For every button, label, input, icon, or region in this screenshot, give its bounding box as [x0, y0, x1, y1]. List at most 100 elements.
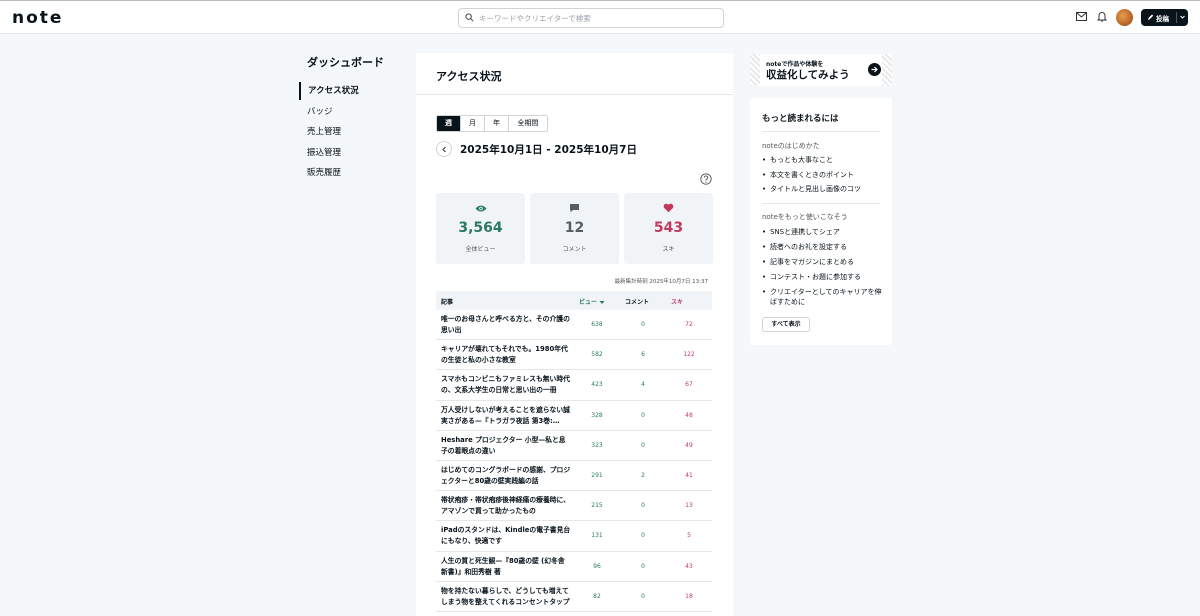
article-likes: 13 — [685, 502, 693, 510]
views-stat-card: 3,564 全体ビュー — [436, 193, 525, 264]
tips-link[interactable]: タイトルと見出し画像のコツ — [762, 184, 882, 194]
article-title-link[interactable]: 唯一のお母さんと呼べる方と、その介護の思い出 — [441, 314, 571, 336]
tips-link[interactable]: クリエイターとしてのキャリアを伸ばすために — [762, 287, 882, 307]
bell-icon[interactable] — [1097, 11, 1107, 22]
article-comments: 2 — [641, 471, 645, 479]
comment-icon — [570, 204, 579, 213]
table-row[interactable]: 人生の質と死生観—『80歳の壁 (幻冬舎新書)』和田秀樹 著 96 0 43 — [436, 552, 712, 582]
mail-icon[interactable] — [1076, 12, 1087, 21]
sidebar-item-access[interactable]: アクセス状況 — [299, 82, 399, 100]
tips-link[interactable]: もっとも大事なこと — [762, 155, 882, 165]
show-all-button[interactable]: すべて表示 — [762, 317, 810, 332]
tips-divider — [762, 203, 880, 204]
article-views: 82 — [593, 592, 601, 600]
article-views: 638 — [591, 321, 603, 328]
banner-stripe-left — [750, 54, 760, 86]
article-title-link[interactable]: 万人受けしないが考えることを遮らない誠実さがある—『トラガラ夜話 第3巻:… — [441, 405, 571, 427]
help-icon[interactable] — [700, 173, 712, 185]
article-comments: 0 — [641, 502, 645, 510]
access-card: アクセス状況 週 月 年 全期間 2025年10月1日 - 2025年10月7日… — [416, 53, 733, 616]
article-likes: 41 — [685, 471, 693, 479]
article-likes: 48 — [685, 411, 693, 419]
tab-all-time[interactable]: 全期間 — [509, 116, 547, 131]
previous-period-button[interactable] — [436, 141, 452, 157]
column-views-sort[interactable]: ビュー — [579, 297, 605, 306]
article-comments: 0 — [641, 321, 645, 328]
article-comments: 6 — [641, 351, 645, 359]
note-logo[interactable]: note — [12, 8, 63, 28]
article-views: 423 — [591, 381, 603, 389]
tab-week[interactable]: 週 — [437, 116, 461, 131]
article-likes: 122 — [683, 351, 695, 359]
sidebar-title: ダッシュボード — [307, 56, 384, 69]
post-button-label: 投稿 — [1156, 15, 1169, 23]
article-likes: 18 — [685, 592, 693, 600]
tips-title: もっと読まれるには — [762, 114, 839, 124]
arrow-right-icon — [871, 66, 878, 73]
post-button-separator — [1176, 12, 1177, 23]
banner-title: 収益化してみよう — [766, 69, 850, 81]
tab-month[interactable]: 月 — [461, 116, 485, 131]
post-button[interactable]: 投稿 — [1141, 9, 1188, 26]
sidebar-item-badge[interactable]: バッジ — [299, 103, 399, 121]
table-row[interactable]: キャリアが壊れてもそれでも。1980年代の生徒と私の小さな教室 582 6 122 — [436, 340, 712, 371]
likes-count: 543 — [653, 220, 684, 236]
article-title-link[interactable]: キャリアが壊れてもそれでも。1980年代の生徒と私の小さな教室 — [441, 344, 571, 366]
pencil-icon — [1148, 14, 1154, 20]
date-range: 2025年10月1日 - 2025年10月7日 — [460, 144, 637, 156]
articles-table: 記事 ビュー コメント スキ 唯一のお母さんと呼べる方と、その介護の思い出 638… — [436, 291, 712, 612]
table-row[interactable]: 万人受けしないが考えることを遮らない誠実さがある—『トラガラ夜話 第3巻:… 32… — [436, 401, 712, 431]
banner-arrow-button[interactable] — [868, 63, 881, 76]
monetize-banner[interactable]: noteで作品や体験を 収益化してみよう — [750, 54, 892, 86]
column-views-label: ビュー — [579, 299, 598, 306]
tab-year[interactable]: 年 — [485, 116, 509, 131]
search-input[interactable] — [479, 10, 715, 26]
article-likes: 67 — [685, 381, 693, 389]
heart-icon — [663, 203, 674, 213]
article-comments: 0 — [641, 441, 645, 449]
sidebar-item-sales[interactable]: 売上管理 — [299, 123, 399, 141]
article-comments: 0 — [641, 592, 645, 600]
article-title-link[interactable]: 人生の質と死生観—『80歳の壁 (幻冬舎新書)』和田秀樹 著 — [441, 556, 571, 578]
tips-link[interactable]: SNSと連携してシェア — [762, 227, 882, 237]
tips-link[interactable]: 本文を書くときのポイント — [762, 170, 882, 180]
article-likes: 5 — [687, 532, 691, 540]
article-title-link[interactable]: 物を持たない暮らしで、どうしても増えてしまう物を整えてくれるコンセントタップ — [441, 586, 571, 608]
sidebar-item-transfer[interactable]: 振込管理 — [299, 144, 399, 162]
table-body: 唯一のお母さんと呼べる方と、その介護の思い出 638 0 72 キャリアが壊れてもそれで… — [436, 310, 712, 612]
table-row[interactable]: 物を持たない暮らしで、どうしても増えてしまう物を整えてくれるコンセントタップ 82… — [436, 582, 712, 612]
table-row[interactable]: スマホもコンビニもファミレスも無い時代の、文系大学生の日常と思い出の一冊 423 4… — [436, 370, 712, 401]
column-comments[interactable]: コメント — [625, 297, 649, 306]
search-icon — [465, 13, 474, 22]
column-article: 記事 — [441, 299, 454, 306]
sidebar-item-history[interactable]: 販売履歴 — [299, 164, 399, 182]
table-row[interactable]: iPadのスタンドは、Kindleの電子書見台にもなり、快適です 131 0 5 — [436, 521, 712, 552]
search-box[interactable] — [458, 8, 724, 28]
tips-link[interactable]: 読者へのお礼を設定する — [762, 242, 882, 252]
table-row[interactable]: 唯一のお母さんと呼べる方と、その介護の思い出 638 0 72 — [436, 310, 712, 341]
article-views: 323 — [591, 441, 603, 449]
chevron-down-icon[interactable] — [1179, 12, 1186, 22]
article-title-link[interactable]: スマホもコンビニもファミレスも無い時代の、文系大学生の日常と思い出の一冊 — [441, 374, 571, 396]
table-row[interactable]: 帯状疱疹・帯状疱疹後神経痛の療養時に、アマゾンで買って助かったもの 215 0 13 — [436, 491, 712, 522]
article-comments: 0 — [641, 562, 645, 570]
table-row[interactable]: はじめてのコングラボードの感謝、プロジェクターと80歳の壁実践編の話 291 2 41 — [436, 461, 712, 492]
tips-link[interactable]: コンテスト・お題に参加する — [762, 272, 882, 282]
column-likes[interactable]: スキ — [671, 297, 683, 306]
views-label: 全体ビュー — [465, 246, 496, 253]
article-comments: 4 — [641, 381, 645, 389]
chevron-left-icon — [442, 146, 446, 153]
tips-link[interactable]: 記事をマガジンにまとめる — [762, 257, 882, 267]
article-title-link[interactable]: 帯状疱疹・帯状疱疹後神経痛の療養時に、アマゾンで買って助かったもの — [441, 495, 571, 517]
avatar[interactable] — [1116, 9, 1133, 26]
article-title-link[interactable]: iPadのスタンドは、Kindleの電子書見台にもなり、快適です — [441, 525, 571, 547]
tips-panel: もっと読まれるには noteのはじめかた もっとも大事なこと 本文を書くときのポ… — [750, 98, 892, 345]
article-views: 328 — [591, 411, 603, 419]
banner-stripe-right — [882, 54, 892, 86]
table-header: 記事 ビュー コメント スキ — [436, 291, 712, 310]
article-title-link[interactable]: はじめてのコングラボードの感謝、プロジェクターと80歳の壁実践編の話 — [441, 465, 571, 487]
article-title-link[interactable]: Heshare プロジェクター 小型—私と息子の着眼点の違い — [441, 435, 571, 457]
table-row[interactable]: Heshare プロジェクター 小型—私と息子の着眼点の違い 323 0 49 — [436, 431, 712, 461]
period-tabs: 週 月 年 全期間 — [436, 115, 548, 132]
comments-stat-card: 12 コメント — [530, 193, 619, 264]
